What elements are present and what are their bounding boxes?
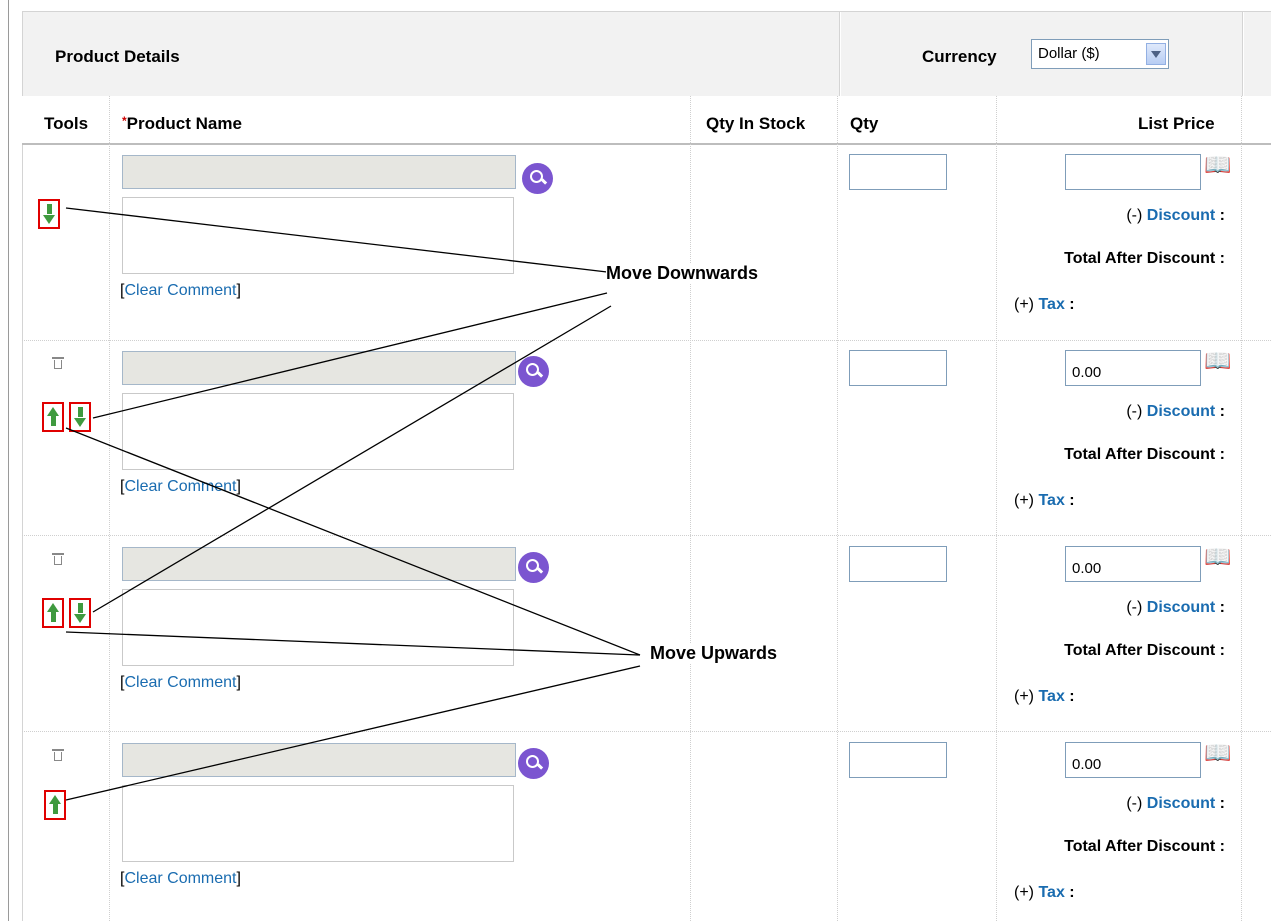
move-down-icon[interactable] bbox=[38, 199, 60, 229]
list-price-input[interactable]: 0.00 bbox=[1065, 742, 1201, 778]
search-icon[interactable] bbox=[518, 356, 549, 387]
window-edge bbox=[8, 0, 9, 921]
move-downwards-annotation: Move Downwards bbox=[606, 263, 759, 284]
total-after-discount-label: Total After Discount : bbox=[1064, 642, 1225, 659]
delete-icon[interactable] bbox=[52, 552, 64, 565]
currency-select[interactable]: Dollar ($) bbox=[1031, 39, 1169, 69]
clear-comment-link[interactable]: Clear Comment bbox=[124, 674, 236, 691]
discount-link[interactable]: Discount bbox=[1147, 207, 1215, 224]
search-icon[interactable] bbox=[518, 552, 549, 583]
tax-prefix: (+) bbox=[1014, 884, 1034, 901]
tax-link[interactable]: Tax bbox=[1038, 884, 1064, 901]
tax-prefix: (+) bbox=[1014, 492, 1034, 509]
discount-link[interactable]: Discount bbox=[1147, 599, 1215, 616]
price-book-icon[interactable]: 📖 bbox=[1204, 544, 1231, 569]
col-list-price: List Price bbox=[1138, 114, 1215, 133]
total-after-discount-label: Total After Discount : bbox=[1064, 838, 1225, 855]
discount-prefix: (-) bbox=[1126, 795, 1143, 812]
list-price-input[interactable]: 0.00 bbox=[1065, 546, 1201, 582]
clear-comment-link[interactable]: Clear Comment bbox=[124, 478, 236, 495]
move-upwards-annotation: Move Upwards bbox=[650, 643, 778, 664]
currency-value: Dollar ($) bbox=[1038, 45, 1100, 62]
qty-input[interactable] bbox=[849, 350, 947, 386]
tax-prefix: (+) bbox=[1014, 688, 1034, 705]
discount-prefix: (-) bbox=[1126, 403, 1143, 420]
col-product-name: *Product Name bbox=[122, 114, 242, 134]
clear-comment-link[interactable]: Clear Comment bbox=[124, 282, 236, 299]
product-name-input[interactable] bbox=[122, 743, 516, 777]
col-product-name-label: Product Name bbox=[126, 114, 242, 133]
comment-textarea[interactable] bbox=[122, 785, 514, 862]
col-qty: Qty bbox=[850, 114, 879, 133]
price-book-icon[interactable]: 📖 bbox=[1204, 152, 1231, 177]
discount-link[interactable]: Discount bbox=[1147, 795, 1215, 812]
header-extra-cell bbox=[1244, 12, 1271, 96]
currency-label: Currency bbox=[922, 47, 997, 66]
discount-prefix: (-) bbox=[1126, 599, 1143, 616]
comment-textarea[interactable] bbox=[122, 589, 514, 666]
chevron-down-icon[interactable] bbox=[1146, 43, 1166, 65]
delete-icon[interactable] bbox=[52, 356, 64, 369]
move-up-icon[interactable] bbox=[42, 598, 64, 628]
total-after-discount-label: Total After Discount : bbox=[1064, 250, 1225, 267]
price-book-icon[interactable]: 📖 bbox=[1204, 740, 1231, 765]
col-qty-in-stock: Qty In Stock bbox=[706, 114, 806, 133]
move-down-icon[interactable] bbox=[69, 402, 91, 432]
section-title: Product Details bbox=[55, 47, 180, 66]
search-icon[interactable] bbox=[518, 748, 549, 779]
move-up-icon[interactable] bbox=[44, 790, 66, 820]
list-price-input[interactable] bbox=[1065, 154, 1201, 190]
clear-comment-link[interactable]: Clear Comment bbox=[124, 870, 236, 887]
delete-icon[interactable] bbox=[52, 748, 64, 761]
list-price-input[interactable]: 0.00 bbox=[1065, 350, 1201, 386]
tax-link[interactable]: Tax bbox=[1038, 492, 1064, 509]
product-name-input[interactable] bbox=[122, 155, 516, 189]
tax-link[interactable]: Tax bbox=[1038, 296, 1064, 313]
discount-prefix: (-) bbox=[1126, 207, 1143, 224]
price-book-icon[interactable]: 📖 bbox=[1204, 348, 1231, 373]
qty-input[interactable] bbox=[849, 154, 947, 190]
comment-textarea[interactable] bbox=[122, 393, 514, 470]
move-up-icon[interactable] bbox=[42, 402, 64, 432]
table-border-left bbox=[22, 11, 23, 921]
qty-input[interactable] bbox=[849, 742, 947, 778]
tax-prefix: (+) bbox=[1014, 296, 1034, 313]
product-name-input[interactable] bbox=[122, 547, 516, 581]
search-icon[interactable] bbox=[522, 163, 553, 194]
total-after-discount-label: Total After Discount : bbox=[1064, 446, 1225, 463]
tax-link[interactable]: Tax bbox=[1038, 688, 1064, 705]
col-tools: Tools bbox=[44, 114, 89, 133]
qty-input[interactable] bbox=[849, 546, 947, 582]
product-name-input[interactable] bbox=[122, 351, 516, 385]
discount-link[interactable]: Discount bbox=[1147, 403, 1215, 420]
comment-textarea[interactable] bbox=[122, 197, 514, 274]
move-down-icon[interactable] bbox=[69, 598, 91, 628]
